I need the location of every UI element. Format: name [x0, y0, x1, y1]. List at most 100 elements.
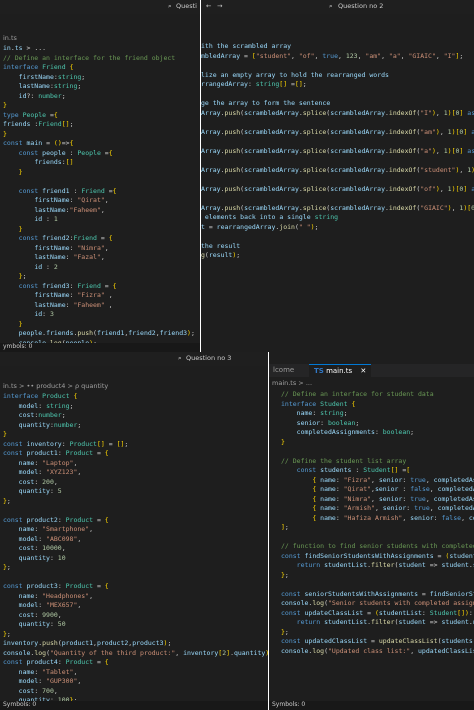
- code-line[interactable]: lastName: "Faheem" ,: [3, 301, 200, 311]
- window-search-box[interactable]: Question no 3: [186, 354, 231, 363]
- code-line[interactable]: [201, 232, 474, 242]
- breadcrumb[interactable]: in.ts: [0, 34, 200, 44]
- code-line[interactable]: Array.push(scrambledArray.splice(scrambl…: [201, 185, 474, 195]
- code-line[interactable]: interface Product {: [3, 392, 268, 402]
- breadcrumb[interactable]: main.ts > ...: [269, 379, 474, 389]
- code-line[interactable]: };: [3, 563, 268, 573]
- code-line[interactable]: }: [3, 101, 200, 111]
- code-line[interactable]: [3, 573, 268, 583]
- code-line[interactable]: [3, 177, 200, 187]
- code-line[interactable]: completedAssignments: boolean;: [281, 428, 474, 438]
- code-line[interactable]: friends :Friend[];: [3, 120, 200, 130]
- code-line[interactable]: quantity:number;: [3, 421, 268, 431]
- code-line[interactable]: people.friends.push(friend1,friend2,frie…: [3, 329, 200, 339]
- code-line[interactable]: [201, 90, 474, 100]
- code-line[interactable]: // function to find senior students with…: [281, 542, 474, 552]
- code-line[interactable]: const friend3: Friend = {: [3, 282, 200, 292]
- code-line[interactable]: console.log("Updated class list:", updat…: [281, 647, 474, 657]
- code-line[interactable]: rrangedArray: string[] =[];: [201, 80, 474, 90]
- code-line[interactable]: mbledArray = ["student", "of", true, 123…: [201, 52, 474, 62]
- code-line[interactable]: const product2: Product = {: [3, 516, 268, 526]
- code-line[interactable]: // Define the student list array: [281, 457, 474, 467]
- code-editor[interactable]: interface Product { model: string; cost:…: [0, 392, 268, 710]
- code-line[interactable]: friends:[]: [3, 158, 200, 168]
- code-editor[interactable]: // Define an interface for student data i…: [269, 390, 474, 656]
- code-line[interactable]: }: [3, 225, 200, 235]
- code-line[interactable]: { name: "Armish", senior: true, complete…: [281, 504, 474, 514]
- code-line[interactable]: return studentList.filter(student => stu…: [281, 618, 474, 628]
- code-line[interactable]: }: [3, 430, 268, 440]
- code-line[interactable]: { name: "Nimra", senior: true, completed…: [281, 495, 474, 505]
- code-line[interactable]: Array.push(scrambledArray.splice(scrambl…: [201, 128, 474, 138]
- code-line[interactable]: inventory.push(product1,product2,product…: [3, 639, 268, 649]
- code-line[interactable]: lize an empty array to hold the rearrang…: [201, 71, 474, 81]
- code-line[interactable]: Array.push(scrambledArray.splice(scrambl…: [201, 204, 474, 214]
- code-line[interactable]: [201, 156, 474, 166]
- code-line[interactable]: const product3: Product = {: [3, 582, 268, 592]
- code-line[interactable]: [201, 175, 474, 185]
- code-line[interactable]: lastName:string;: [3, 82, 200, 92]
- tab-welcome[interactable]: lcome: [273, 364, 294, 377]
- code-line[interactable]: quantity: 50: [3, 620, 268, 630]
- code-line[interactable]: id?: number;: [3, 92, 200, 102]
- code-line[interactable]: [201, 194, 474, 204]
- window-search-box[interactable]: Questi: [176, 2, 197, 11]
- code-line[interactable]: ge the array to form the sentence: [201, 99, 474, 109]
- close-icon[interactable]: ✕: [360, 367, 366, 375]
- code-line[interactable]: const product1: Product = {: [3, 449, 268, 459]
- code-line[interactable]: lastName:"Faheem",: [3, 206, 200, 216]
- code-line[interactable]: { name: "Fizra", senior: true, completed…: [281, 476, 474, 486]
- code-line[interactable]: { name: "Hafiza Armish", senior: false, …: [281, 514, 474, 524]
- code-line[interactable]: console.log("Senior students with comple…: [281, 599, 474, 609]
- code-line[interactable]: name: "Laptop",: [3, 459, 268, 469]
- code-line[interactable]: t = rearrangedArray.join(" ");: [201, 223, 474, 233]
- search-icon[interactable]: ⌕: [329, 2, 333, 11]
- code-line[interactable]: ];: [281, 523, 474, 533]
- code-line[interactable]: interface Friend {: [3, 63, 200, 73]
- forward-arrow-icon[interactable]: →: [217, 2, 222, 11]
- code-line[interactable]: firstName: "Fizra" ,: [3, 291, 200, 301]
- code-line[interactable]: [201, 118, 474, 128]
- code-line[interactable]: firstName: "Qirat",: [3, 196, 200, 206]
- tab-main-ts[interactable]: TS main.ts ✕: [309, 364, 372, 378]
- code-line[interactable]: };: [281, 571, 474, 581]
- back-arrow-icon[interactable]: ←: [206, 2, 211, 11]
- code-line[interactable]: ith the scrambled array: [201, 42, 474, 52]
- code-line[interactable]: return studentList.filter(student => stu…: [281, 561, 474, 571]
- code-line[interactable]: model: "XYZ123",: [3, 468, 268, 478]
- code-line[interactable]: [281, 533, 474, 543]
- search-icon[interactable]: ⌕: [178, 354, 182, 363]
- code-line[interactable]: [281, 580, 474, 590]
- code-line[interactable]: // Define an interface for student data: [281, 390, 474, 400]
- code-line[interactable]: name: "Tablet",: [3, 668, 268, 678]
- code-line[interactable]: const people : People ={: [3, 149, 200, 159]
- code-line[interactable]: g(result);: [201, 251, 474, 261]
- code-line[interactable]: the result: [201, 242, 474, 252]
- code-line[interactable]: id: 3: [3, 310, 200, 320]
- code-line[interactable]: Array.push(scrambledArray.splice(scrambl…: [201, 166, 474, 176]
- code-line[interactable]: senior: boolean;: [281, 419, 474, 429]
- code-line[interactable]: name: "Smartphone",: [3, 525, 268, 535]
- code-line[interactable]: id : 2: [3, 263, 200, 273]
- code-line[interactable]: cost:number;: [3, 411, 268, 421]
- code-line[interactable]: }: [3, 320, 200, 330]
- code-editor[interactable]: in.ts > ...// Define an interface for th…: [0, 44, 200, 352]
- code-line[interactable]: firstName:string;: [3, 73, 200, 83]
- code-line[interactable]: cost: 200,: [3, 478, 268, 488]
- code-line[interactable]: const friend2:Friend = {: [3, 234, 200, 244]
- code-line[interactable]: }: [3, 130, 200, 140]
- code-line[interactable]: quantity: 10: [3, 554, 268, 564]
- code-line[interactable]: };: [281, 628, 474, 638]
- code-line[interactable]: Array.push(scrambledArray.splice(scrambl…: [201, 109, 474, 119]
- code-line[interactable]: name: string;: [281, 409, 474, 419]
- code-line[interactable]: [201, 137, 474, 147]
- code-line[interactable]: const product4: Product = {: [3, 658, 268, 668]
- code-line[interactable]: model: "GUP300",: [3, 677, 268, 687]
- code-line[interactable]: };: [3, 272, 200, 282]
- code-line[interactable]: [281, 447, 474, 457]
- code-line[interactable]: in.ts > ...: [3, 44, 200, 54]
- code-line[interactable]: id : 1: [3, 215, 200, 225]
- code-line[interactable]: lastName: "Fazal",: [3, 253, 200, 263]
- code-line[interactable]: { name: "Qirat",senior : false, complete…: [281, 485, 474, 495]
- code-line[interactable]: interface Student {: [281, 400, 474, 410]
